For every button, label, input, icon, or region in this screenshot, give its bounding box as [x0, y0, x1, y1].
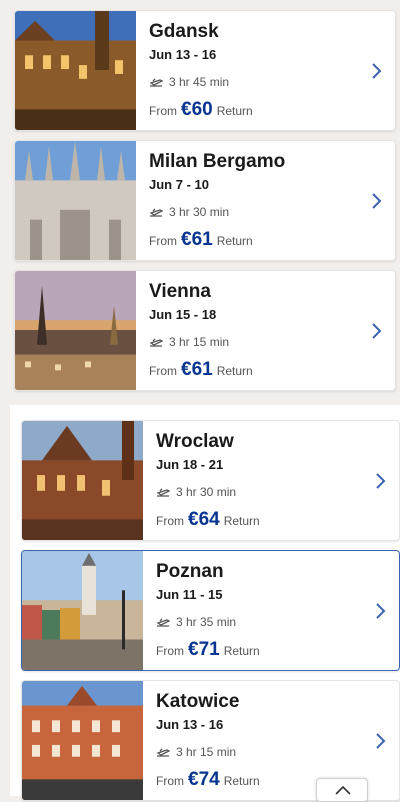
fare-price: €71 — [188, 639, 220, 660]
price-prefix: From — [156, 774, 184, 788]
chevron-right-icon[interactable] — [371, 322, 383, 340]
fare-price: €74 — [188, 769, 220, 790]
scroll-to-top-button[interactable] — [316, 778, 368, 802]
chevron-right-icon[interactable] — [375, 602, 387, 620]
destination-city: Katowice — [156, 691, 240, 712]
destination-photo-poznan — [22, 551, 143, 670]
destination-city: Wroclaw — [156, 431, 234, 452]
price-row: From €64 Return — [156, 509, 260, 531]
flight-card-milan-bergamo[interactable]: Milan Bergamo Jun 7 - 10 3 hr 30 min Fro… — [14, 140, 396, 261]
destination-city: Gdansk — [149, 21, 219, 42]
flight-card-vienna[interactable]: Vienna Jun 15 - 18 3 hr 15 min From €61 … — [14, 270, 396, 391]
price-row: From €74 Return — [156, 769, 260, 791]
plane-departure-icon — [149, 338, 163, 347]
flight-card-wroclaw[interactable]: Wroclaw Jun 18 - 21 3 hr 30 min From €64… — [21, 420, 400, 541]
price-prefix: From — [156, 514, 184, 528]
destination-city: Vienna — [149, 281, 211, 302]
travel-dates: Jun 13 - 16 — [156, 717, 224, 732]
chevron-right-icon[interactable] — [371, 192, 383, 210]
chevron-right-icon[interactable] — [375, 732, 387, 750]
chevron-right-icon[interactable] — [375, 472, 387, 490]
plane-departure-icon — [156, 618, 170, 627]
price-row: From €60 Return — [149, 99, 253, 121]
fare-price: €61 — [181, 229, 213, 250]
flight-card-poznan[interactable]: Poznan Jun 11 - 15 3 hr 35 min From €71 … — [21, 550, 400, 671]
fare-price: €64 — [188, 509, 220, 530]
destination-photo-katowice — [22, 681, 143, 800]
trip-type: Return — [223, 644, 260, 658]
destination-photo-gdansk — [15, 11, 136, 130]
price-row: From €71 Return — [156, 639, 260, 661]
flight-duration: 3 hr 45 min — [149, 75, 229, 89]
plane-departure-icon — [156, 748, 170, 757]
destination-city: Milan Bergamo — [149, 151, 286, 172]
price-row: From €61 Return — [149, 229, 253, 251]
flight-duration: 3 hr 15 min — [149, 335, 229, 349]
plane-departure-icon — [149, 78, 163, 87]
travel-dates: Jun 18 - 21 — [156, 457, 224, 472]
travel-dates: Jun 11 - 15 — [156, 587, 223, 602]
travel-dates: Jun 13 - 16 — [149, 47, 217, 62]
travel-dates: Jun 15 - 18 — [149, 307, 217, 322]
price-row: From €61 Return — [149, 359, 253, 381]
destination-photo-milan — [15, 141, 136, 260]
chevron-right-icon[interactable] — [371, 62, 383, 80]
trip-type: Return — [223, 514, 260, 528]
flight-duration: 3 hr 30 min — [156, 485, 236, 499]
plane-departure-icon — [156, 488, 170, 497]
fare-price: €60 — [181, 99, 213, 120]
price-prefix: From — [149, 104, 177, 118]
travel-dates: Jun 7 - 10 — [149, 177, 209, 192]
flight-card-gdansk[interactable]: Gdansk Jun 13 - 16 3 hr 45 min From €60 … — [14, 10, 396, 131]
destination-city: Poznan — [156, 561, 224, 582]
price-prefix: From — [156, 644, 184, 658]
trip-type: Return — [216, 104, 253, 118]
chevron-up-icon — [335, 785, 351, 795]
flight-duration: 3 hr 15 min — [156, 745, 236, 759]
price-prefix: From — [149, 364, 177, 378]
destination-photo-wroclaw — [22, 421, 143, 540]
plane-departure-icon — [149, 208, 163, 217]
trip-type: Return — [216, 234, 253, 248]
trip-type: Return — [223, 774, 260, 788]
price-prefix: From — [149, 234, 177, 248]
flight-duration: 3 hr 30 min — [149, 205, 229, 219]
flight-duration: 3 hr 35 min — [156, 615, 236, 629]
destination-photo-vienna — [15, 271, 136, 390]
trip-type: Return — [216, 364, 253, 378]
fare-price: €61 — [181, 359, 213, 380]
